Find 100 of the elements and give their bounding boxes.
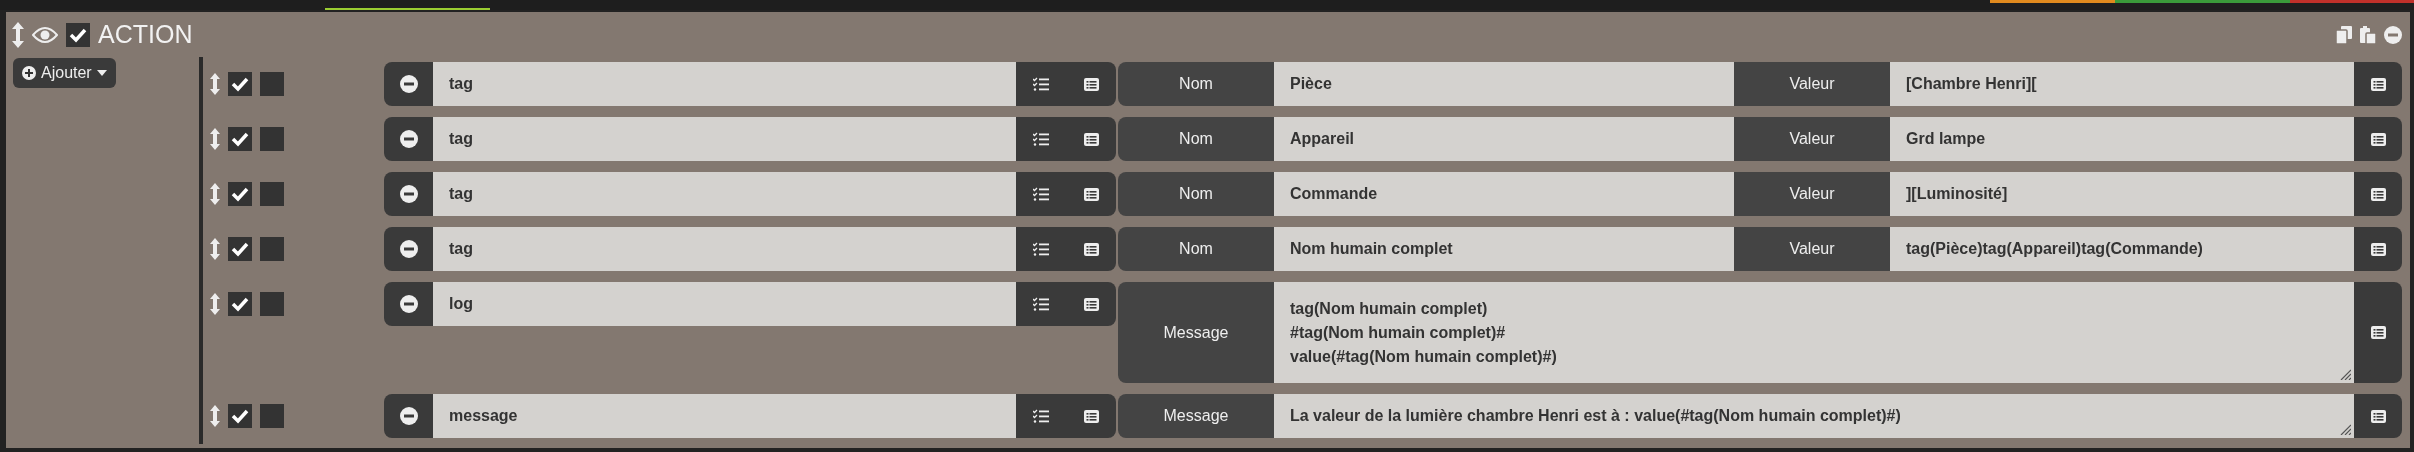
expression-field[interactable]: log <box>433 282 1016 326</box>
checkbox[interactable] <box>260 237 284 261</box>
expression-field[interactable]: tag <box>433 117 1016 161</box>
name-field[interactable]: Appareil <box>1274 117 1734 161</box>
message-field[interactable]: La valeur de la lumière chambre Henri est à : value(#tag(Nom humain complet)#) <box>1274 394 2354 438</box>
name-field[interactable]: Commande <box>1274 172 1734 216</box>
list-icon <box>2370 187 2386 201</box>
remove-button[interactable] <box>384 172 433 216</box>
checkbox[interactable] <box>228 404 252 428</box>
drag-icon[interactable] <box>210 293 220 315</box>
value-field[interactable]: [Chambre Henri][ <box>1890 62 2354 106</box>
list-button[interactable] <box>1066 394 1116 438</box>
field-label: Nom <box>1118 62 1274 106</box>
checkbox[interactable] <box>260 127 284 151</box>
paste-icon[interactable] <box>2360 25 2376 44</box>
checklist-button[interactable] <box>1016 62 1066 106</box>
list-button[interactable] <box>1066 172 1116 216</box>
checkbox[interactable] <box>228 182 252 206</box>
list-button[interactable] <box>1066 227 1116 271</box>
checklist-button[interactable] <box>1016 117 1066 161</box>
field-label: Message <box>1118 394 1274 438</box>
checkbox[interactable] <box>228 292 252 316</box>
field-label: Valeur <box>1734 62 1890 106</box>
remove-button[interactable] <box>384 394 433 438</box>
checkbox[interactable] <box>228 72 252 96</box>
copy-icon[interactable] <box>2336 25 2352 44</box>
minus-icon <box>399 407 418 425</box>
value-field[interactable]: Grd lampe <box>1890 117 2354 161</box>
drag-icon[interactable] <box>210 73 220 95</box>
remove-button[interactable] <box>384 62 433 106</box>
field-label: Message <box>1118 282 1274 383</box>
field-label: Nom <box>1118 227 1274 271</box>
drag-icon[interactable] <box>210 238 220 260</box>
checklist-icon <box>1033 242 1049 256</box>
name-field[interactable]: Nom humain complet <box>1274 227 1734 271</box>
field-label: Nom <box>1118 172 1274 216</box>
remove-button[interactable] <box>384 227 433 271</box>
checkbox[interactable] <box>260 292 284 316</box>
checklist-button[interactable] <box>1016 394 1066 438</box>
field-label: Valeur <box>1734 117 1890 161</box>
checkbox[interactable] <box>260 72 284 96</box>
list-icon <box>1083 409 1099 423</box>
remove-icon[interactable] <box>2384 25 2402 44</box>
list-icon <box>1083 242 1099 256</box>
message-field[interactable]: tag(Nom humain complet) #tag(Nom humain complet)# value(#tag(Nom humain complet)#) <box>1274 282 2354 383</box>
resize-grip-icon <box>2339 423 2351 435</box>
expression-field[interactable]: message <box>433 394 1016 438</box>
list-icon <box>1083 132 1099 146</box>
eye-icon[interactable] <box>32 25 58 44</box>
list-button[interactable] <box>2354 62 2402 106</box>
drag-icon[interactable] <box>210 128 220 150</box>
list-button[interactable] <box>2354 117 2402 161</box>
list-icon <box>2370 409 2386 423</box>
checkbox[interactable] <box>228 237 252 261</box>
minus-icon <box>399 75 418 93</box>
list-button[interactable] <box>1066 282 1116 326</box>
list-icon <box>2370 132 2386 146</box>
add-dropdown-button[interactable]: Ajouter <box>13 58 116 88</box>
plus-icon <box>22 66 36 80</box>
list-button[interactable] <box>1066 117 1116 161</box>
list-button[interactable] <box>1066 62 1116 106</box>
caret-icon <box>96 70 107 76</box>
value-field[interactable]: ][Luminosité] <box>1890 172 2354 216</box>
drag-icon[interactable] <box>210 405 220 427</box>
checklist-button[interactable] <box>1016 227 1066 271</box>
drag-icon[interactable] <box>12 21 24 48</box>
list-icon <box>1083 297 1099 311</box>
list-button[interactable] <box>2354 227 2402 271</box>
section-title: ACTION <box>98 20 193 49</box>
name-field[interactable]: Pièce <box>1274 62 1734 106</box>
list-icon <box>2370 242 2386 256</box>
minus-icon <box>399 295 418 313</box>
expression-field[interactable]: tag <box>433 62 1016 106</box>
checklist-button[interactable] <box>1016 172 1066 216</box>
minus-icon <box>399 130 418 148</box>
checkbox[interactable] <box>66 22 90 47</box>
checkbox[interactable] <box>228 127 252 151</box>
checklist-icon <box>1033 132 1049 146</box>
expression-field[interactable]: tag <box>433 227 1016 271</box>
list-button[interactable] <box>2354 172 2402 216</box>
checkbox[interactable] <box>260 404 284 428</box>
list-icon <box>2370 326 2386 339</box>
list-button[interactable] <box>2354 394 2402 438</box>
checkbox[interactable] <box>260 182 284 206</box>
remove-button[interactable] <box>384 282 433 326</box>
field-label: Valeur <box>1734 172 1890 216</box>
checklist-icon <box>1033 77 1049 91</box>
expression-field[interactable]: tag <box>433 172 1016 216</box>
field-label: Nom <box>1118 117 1274 161</box>
list-icon <box>2370 77 2386 91</box>
checklist-button[interactable] <box>1016 282 1066 326</box>
list-icon <box>1083 187 1099 201</box>
field-label: Valeur <box>1734 227 1890 271</box>
checklist-icon <box>1033 297 1049 311</box>
list-button[interactable] <box>2354 282 2402 383</box>
value-field[interactable]: tag(Pièce)tag(Appareil)tag(Commande) <box>1890 227 2354 271</box>
drag-icon[interactable] <box>210 183 220 205</box>
remove-button[interactable] <box>384 117 433 161</box>
checklist-icon <box>1033 409 1049 423</box>
resize-grip-icon <box>2339 368 2351 380</box>
